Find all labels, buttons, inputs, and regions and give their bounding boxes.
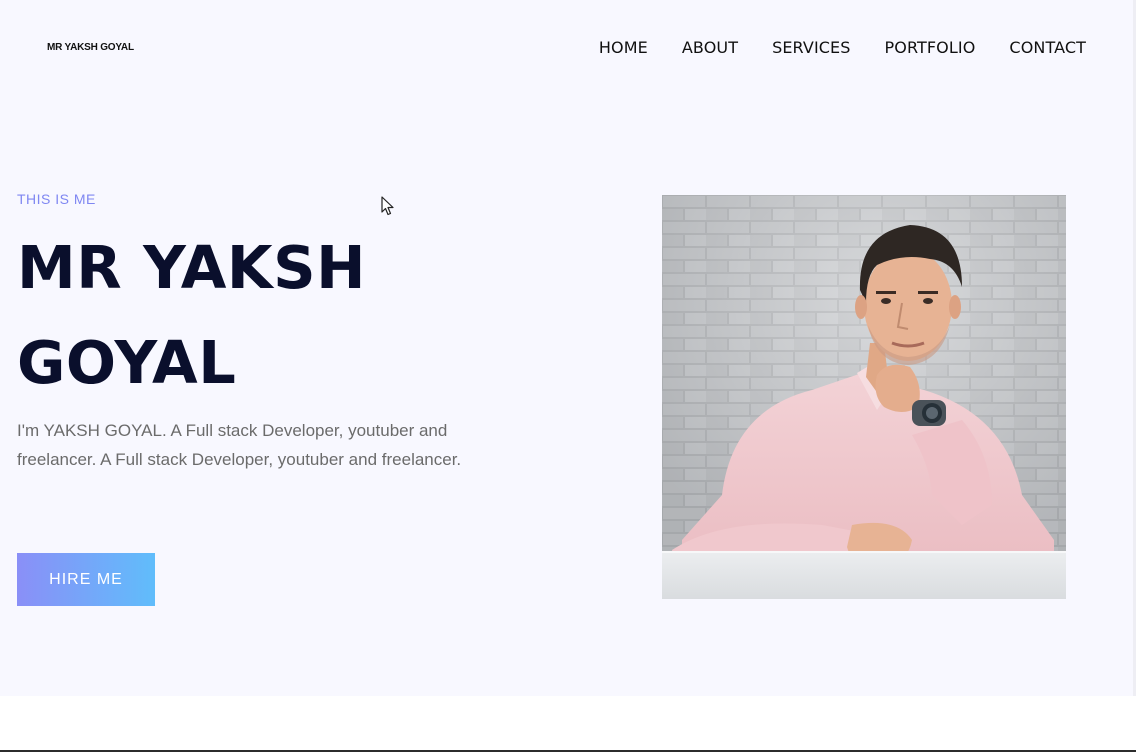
site-logo[interactable]: MR YAKSH GOYAL (47, 42, 134, 53)
nav-link-services[interactable]: SERVICES (772, 38, 850, 57)
nav-link-portfolio[interactable]: PORTFOLIO (885, 38, 976, 57)
nav-item-services: SERVICES (772, 38, 850, 58)
hero-section: MR YAKSH GOYAL HOME ABOUT SERVICES PORTF… (0, 0, 1136, 696)
mouse-pointer-icon (381, 196, 394, 216)
page: MR YAKSH GOYAL HOME ABOUT SERVICES PORTF… (0, 0, 1136, 752)
nav-item-home: HOME (599, 38, 648, 58)
hire-me-button[interactable]: HIRE ME (17, 553, 155, 606)
hero-eyebrow: THIS IS ME (17, 191, 96, 207)
nav-item-portfolio: PORTFOLIO (885, 38, 976, 58)
nav-link-contact[interactable]: CONTACT (1009, 38, 1086, 57)
next-section-strip (0, 696, 1136, 752)
hero-description: I'm YAKSH GOYAL. A Full stack Developer,… (17, 421, 462, 469)
nav-item-about: ABOUT (682, 38, 738, 58)
nav-link-home[interactable]: HOME (599, 38, 648, 57)
nav-item-contact: CONTACT (1009, 38, 1086, 58)
person-portrait-photo-icon (662, 195, 1066, 599)
main-nav: HOME ABOUT SERVICES PORTFOLIO CONTACT (599, 38, 1086, 58)
profile-photo (662, 195, 1066, 599)
hero-title: MR YAKSH GOYAL (17, 233, 367, 397)
nav-link-about[interactable]: ABOUT (682, 38, 738, 57)
